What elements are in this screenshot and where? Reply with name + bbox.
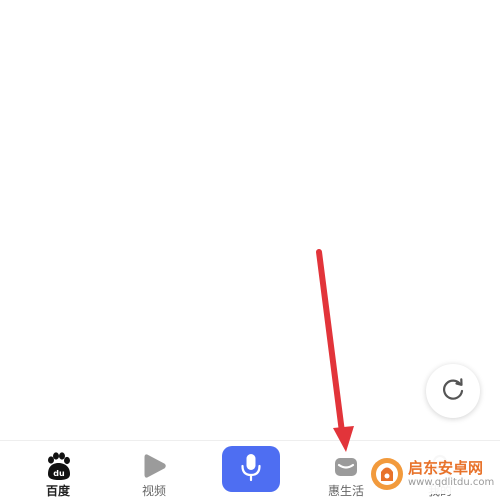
watermark-title: 启东安卓网 [408,459,484,477]
refresh-icon [440,376,466,406]
site-watermark: 启东安卓网 www.qdlitdu.com [366,454,498,494]
browser-screen: du 百度 视频 惠生活 启东安卓网 www.qdlitdu.com [0,0,500,500]
tab-label: 百度 [45,484,70,498]
voice-search-button[interactable] [222,446,280,492]
play-icon [138,450,170,482]
baidu-paw-icon: du [42,450,74,482]
wallet-icon [330,450,362,482]
annotation-arrow [316,249,354,452]
svg-text:du: du [53,469,65,478]
microphone-icon [238,452,264,486]
tab-label: 惠生活 [327,484,364,498]
tab-label: 视频 [141,484,166,498]
refresh-button[interactable] [426,364,480,418]
watermark-url: www.qdlitdu.com [408,477,495,488]
tab-baidu-home[interactable]: du 百度 [28,441,88,500]
tab-video[interactable]: 视频 [124,441,184,500]
watermark-logo-icon [371,458,403,490]
